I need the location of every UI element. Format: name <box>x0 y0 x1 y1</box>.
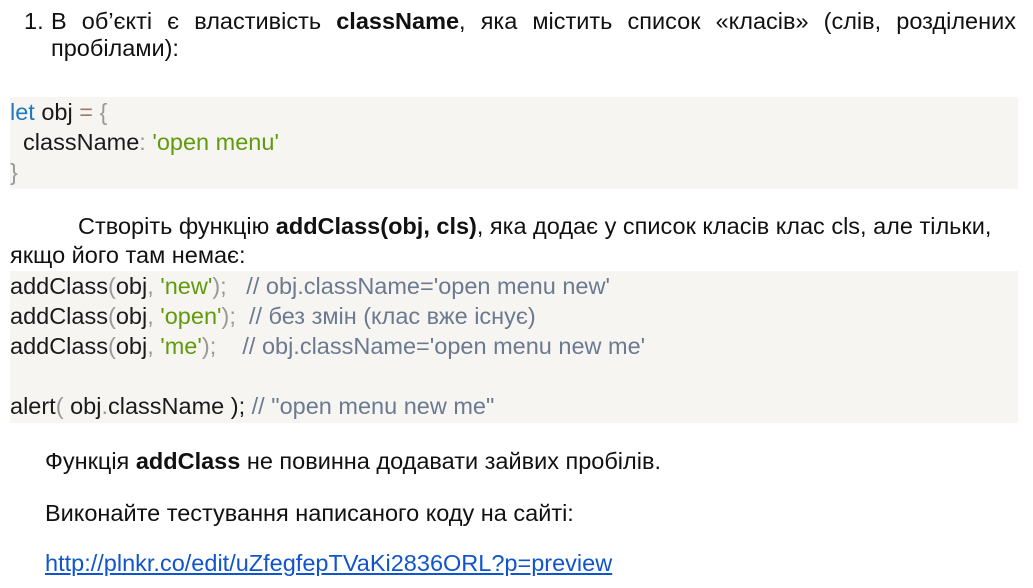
code-string: 'new' <box>160 273 213 299</box>
note-part2: не повинна додавати зайвих пробілів. <box>240 448 661 474</box>
code-function: addClass <box>10 273 108 299</box>
code-line: } <box>10 157 1018 187</box>
code-property: className <box>107 393 225 419</box>
code-object: obj <box>70 393 102 419</box>
code-line: addClass(obj, 'me'); // obj.className='o… <box>10 333 646 359</box>
code-block-object: let obj = { className: 'open menu'} <box>10 97 1018 189</box>
task-text-bold: className <box>336 8 460 34</box>
code-block-usage: addClass(obj, 'new'); // obj.className='… <box>10 271 1018 423</box>
code-operator: = <box>79 99 93 125</box>
code-string: 'me' <box>160 333 202 359</box>
code-end: ); <box>212 273 247 299</box>
plunker-link[interactable]: http://plnkr.co/edit/uZfegfepTVaKi2836OR… <box>45 549 612 578</box>
task-text-part1: В об’єкті є властивість <box>51 8 337 34</box>
code-comment: // obj.className='open menu new me' <box>242 333 646 359</box>
code-line: alert( obj.className ); // "open menu ne… <box>10 391 1018 421</box>
code-line: let obj = { <box>10 97 1018 127</box>
code-end: ); <box>221 303 249 329</box>
note-paragraph: Функція addClass не повинна додавати зай… <box>45 447 661 476</box>
instruction-bold: addClass(obj, cls) <box>275 213 477 239</box>
code-comment: // "open menu new me" <box>251 393 495 419</box>
list-number: 1. <box>24 8 44 34</box>
code-arg: obj <box>115 303 148 329</box>
instruction-part1: Створіть функцію <box>78 213 276 239</box>
code-comment: // без змін (клас вже існує) <box>248 303 536 329</box>
code-function: addClass <box>10 303 108 329</box>
testing-paragraph: Виконайте тестування написаного коду на … <box>45 500 574 526</box>
code-string: 'open menu' <box>152 129 279 155</box>
code-line: addClass(obj, 'new'); // obj.className='… <box>10 273 610 299</box>
note-bold: addClass <box>135 448 241 474</box>
code-paren-close: ); <box>224 393 252 419</box>
code-brace-open: { <box>92 99 108 125</box>
code-variable: obj <box>34 99 80 125</box>
code-comment: // obj.className='open menu new' <box>246 273 610 299</box>
code-arg: obj <box>115 333 148 359</box>
code-brace-close: } <box>10 159 18 185</box>
instruction-paragraph: Створіть функцію addClass(obj, cls), яка… <box>10 212 1018 270</box>
code-string: 'open' <box>160 303 222 329</box>
code-arg: obj <box>115 273 148 299</box>
code-property: className <box>10 129 140 155</box>
code-end: ); <box>201 333 243 359</box>
code-line: addClass(obj, 'open'); // без змін (клас… <box>10 303 536 329</box>
code-paren-open: ( <box>55 393 71 419</box>
task-list-item: 1. В об’єкті є властивість className, як… <box>24 8 1016 62</box>
code-function: alert <box>10 393 56 419</box>
code-function: addClass <box>10 333 108 359</box>
code-keyword: let <box>10 99 35 125</box>
code-line: className: 'open menu' <box>10 127 1018 157</box>
note-part1: Функція <box>45 448 136 474</box>
task-description: В об’єкті є властивість className, яка м… <box>51 8 1016 62</box>
code-colon: : <box>139 129 153 155</box>
